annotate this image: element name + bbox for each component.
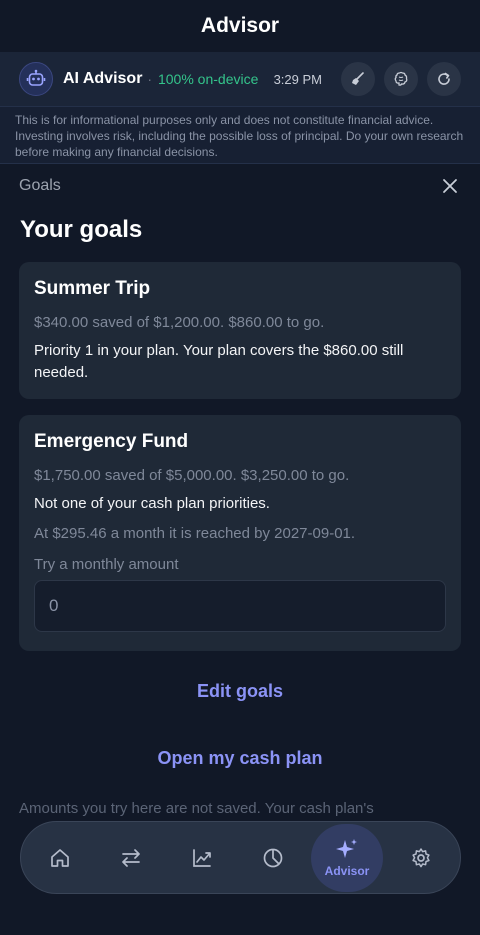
goal-card-summer-trip: Summer Trip $340.00 saved of $1,200.00. …	[19, 262, 461, 399]
top-bar: Advisor	[0, 0, 480, 52]
goals-panel-header: Goals	[0, 164, 480, 208]
footnote-text: Amounts you try here are not saved. Your…	[19, 800, 374, 817]
bottom-tab-bar: Advisor	[20, 821, 461, 894]
pie-chart-icon	[263, 848, 283, 867]
transfer-icon	[122, 848, 140, 867]
home-icon	[51, 848, 69, 867]
monthly-amount-label: Try a monthly amount	[34, 556, 179, 573]
goal-note: Not one of your cash plan priorities.	[34, 495, 270, 512]
open-cash-plan-button[interactable]: Open my cash plan	[0, 748, 480, 769]
sparkle-icon	[336, 839, 357, 858]
refresh-icon	[438, 72, 450, 85]
page-title: Advisor	[200, 14, 280, 37]
tab-budget[interactable]	[240, 826, 306, 890]
advisor-status: · 100% on-device	[147, 71, 258, 87]
goal-progress: $1,750.00 saved of $5,000.00. $3,250.00 …	[34, 467, 350, 484]
goals-heading: Your goals	[20, 216, 143, 243]
disclaimer-text: This is for informational purposes only …	[0, 107, 480, 164]
advisor-bar: AI Advisor · 100% on-device 3:29 PM	[0, 52, 480, 107]
tab-settings[interactable]	[388, 826, 454, 890]
memory-button[interactable]	[384, 62, 418, 96]
brain-icon	[394, 71, 408, 86]
monthly-amount-input[interactable]	[34, 580, 446, 632]
clear-chat-button[interactable]	[341, 62, 375, 96]
gear-icon	[412, 847, 430, 867]
tab-home[interactable]	[27, 826, 93, 890]
goals-panel-label: Goals	[19, 177, 61, 194]
goal-progress: $340.00 saved of $1,200.00. $860.00 to g…	[34, 314, 325, 331]
message-time: 3:29 PM	[273, 71, 322, 87]
edit-goals-button[interactable]: Edit goals	[0, 681, 480, 702]
tab-advisor-label: Advisor	[324, 864, 370, 878]
trend-chart-icon	[193, 848, 211, 867]
status-separator: ·	[147, 71, 153, 87]
close-button[interactable]	[439, 175, 461, 197]
goal-card-emergency-fund: Emergency Fund $1,750.00 saved of $5,000…	[19, 415, 461, 651]
tab-trends[interactable]	[169, 826, 235, 890]
tab-advisor[interactable]: Advisor	[311, 823, 383, 892]
tab-transfers[interactable]	[98, 826, 164, 890]
robot-icon	[19, 62, 53, 96]
close-icon	[443, 179, 457, 193]
status-text: 100% on-device	[157, 71, 259, 87]
goal-name: Emergency Fund	[34, 431, 189, 452]
goal-projection: At $295.46 a month it is reached by 2027…	[34, 525, 356, 542]
refresh-button[interactable]	[427, 62, 461, 96]
sweep-icon	[352, 72, 364, 85]
goal-note: Priority 1 in your plan. Your plan cover…	[34, 342, 404, 381]
goal-name: Summer Trip	[34, 278, 151, 299]
advisor-name: AI Advisor	[63, 70, 143, 87]
